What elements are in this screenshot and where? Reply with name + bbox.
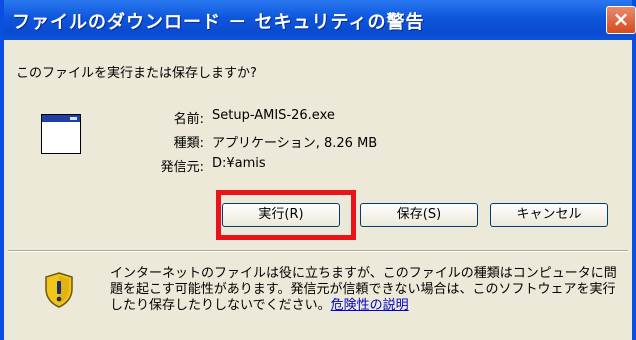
save-button[interactable]: 保存(S) — [360, 203, 478, 227]
file-name-label: 名前: — [173, 112, 204, 127]
window-title: ファイルのダウンロード － セキュリティの警告 — [12, 12, 425, 33]
close-icon: × — [612, 7, 630, 31]
file-source-row: 発信元: D:¥amis — [144, 156, 494, 175]
download-security-dialog: ファイルのダウンロード － セキュリティの警告 × このファイルを実行または保存… — [0, 0, 636, 340]
separator — [8, 250, 628, 252]
file-type-label: 種類: — [173, 136, 204, 151]
security-warning-text: インターネットのファイルは役に立ちますが、このファイルの種類はコンピュータに問題… — [110, 266, 620, 314]
file-source-value: D:¥amis — [212, 156, 266, 171]
application-window-icon — [41, 114, 81, 154]
risk-explanation-link[interactable]: 危険性の説明 — [331, 298, 409, 313]
title-bar[interactable]: ファイルのダウンロード － セキュリティの警告 × — [4, 0, 636, 40]
download-question: このファイルを実行または保存しますか? — [16, 66, 257, 81]
file-name-value: Setup-AMIS-26.exe — [212, 108, 335, 123]
file-source-label: 発信元: — [160, 160, 204, 175]
shield-warning-icon — [45, 272, 73, 308]
file-type-value: アプリケーション, 8.26 MB — [212, 136, 378, 151]
file-type-row: 種類: アプリケーション, 8.26 MB — [144, 132, 494, 151]
run-button[interactable]: 実行(R) — [222, 203, 340, 227]
file-name-row: 名前: Setup-AMIS-26.exe — [144, 108, 494, 127]
close-button[interactable]: × — [606, 6, 636, 34]
cancel-button[interactable]: キャンセル — [490, 203, 608, 227]
